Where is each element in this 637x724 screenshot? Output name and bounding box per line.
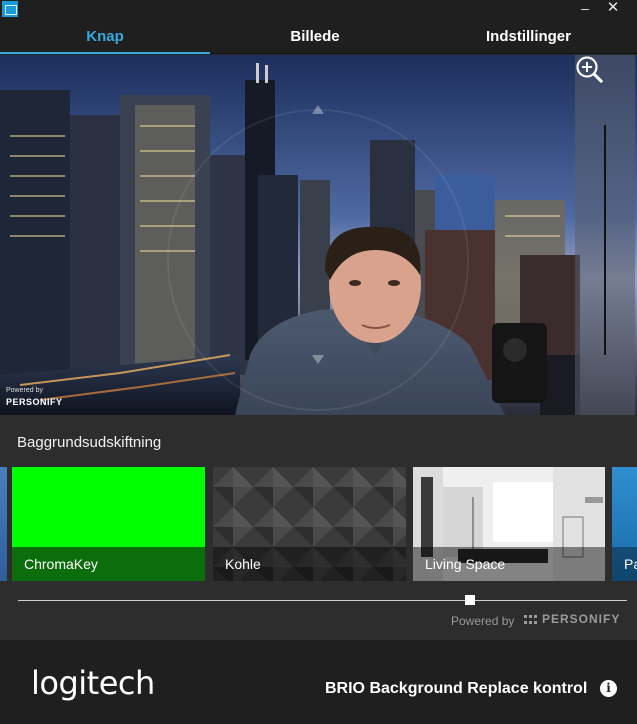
pan-down-icon[interactable] — [312, 355, 324, 364]
pan-up-icon[interactable] — [312, 105, 324, 114]
minimize-button[interactable]: – — [573, 0, 597, 18]
logitech-camera-icon — [2, 1, 18, 17]
section-title: Baggrundsudskiftning — [17, 434, 162, 451]
thumb-label: Kohle — [213, 547, 406, 581]
thumb-label: Pa — [612, 547, 637, 581]
powered-by-small-text: Powered by — [6, 387, 43, 394]
personify-grid-icon — [524, 614, 537, 624]
background-thumbnail-strip: ChromaKey Kohle Living Space P — [0, 467, 637, 581]
background-thumb-chromakey[interactable]: ChromaKey — [12, 467, 205, 581]
background-thumb-next[interactable]: Pa — [612, 467, 637, 581]
tab-bar: Knap Billede Indstillinger — [0, 20, 637, 54]
tab-knap[interactable]: Knap — [0, 20, 210, 54]
zoom-panel — [575, 55, 635, 415]
thumb-label: Living Space — [413, 547, 605, 581]
background-thumb-previous[interactable] — [0, 467, 7, 581]
close-button[interactable]: ✕ — [601, 0, 625, 18]
background-replacement-section: Baggrundsudskiftning ChromaKey Kohle Liv… — [0, 415, 637, 640]
camera-preview: Powered by PERSONIFY — [0, 55, 637, 415]
background-thumb-living-space[interactable]: Living Space — [413, 467, 605, 581]
personify-logo: PERSONIFY — [524, 612, 620, 628]
title-bar: – ✕ — [0, 0, 637, 20]
footer: logitech BRIO Background Replace kontrol… — [0, 640, 637, 724]
personify-logo-text: PERSONIFY — [542, 612, 621, 626]
thumbnail-scroll-track[interactable] — [18, 600, 627, 601]
zoom-slider-track[interactable] — [604, 125, 606, 355]
tab-billede[interactable]: Billede — [210, 20, 420, 54]
powered-by-text: Powered by — [451, 614, 515, 628]
info-icon[interactable]: i — [600, 680, 617, 697]
thumb-label: ChromaKey — [12, 547, 205, 581]
tab-indstillinger[interactable]: Indstillinger — [420, 20, 637, 54]
personify-small-logo: PERSONIFY — [6, 397, 63, 407]
background-thumb-kohle[interactable]: Kohle — [213, 467, 406, 581]
zoom-out-icon[interactable] — [575, 55, 605, 85]
product-title: BRIO Background Replace kontrol — [325, 680, 588, 697]
logitech-logo: logitech — [31, 664, 155, 702]
thumbnail-scroll-thumb[interactable] — [465, 595, 475, 605]
